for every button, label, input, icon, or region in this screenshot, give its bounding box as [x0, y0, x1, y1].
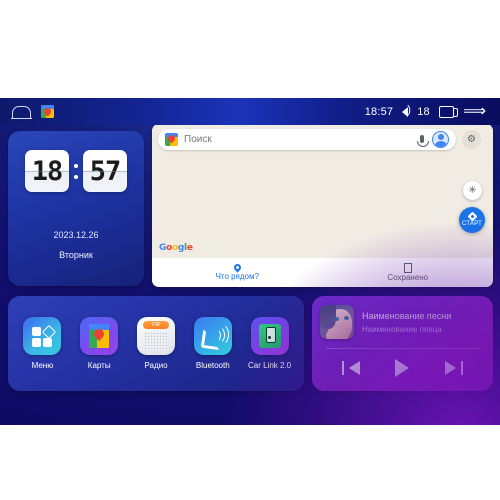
bluetooth-phone-icon: [193, 317, 232, 355]
car-head-unit-screen: 18:57 18 ⟸ 18 57 2023.12.26 Вторник: [0, 98, 500, 425]
start-button-label: СТАРТ: [462, 221, 482, 227]
volume-icon[interactable]: [402, 104, 411, 117]
music-player-widget[interactable]: Наименование песни Наименование певца: [312, 296, 493, 391]
clock-minutes: 57: [89, 155, 122, 187]
previous-track-button[interactable]: [341, 359, 364, 377]
music-track-info: Наименование песни Наименование певца: [312, 296, 493, 339]
bookmark-icon: [403, 263, 412, 274]
clock-minutes-card: 57: [83, 150, 127, 192]
google-maps-icon[interactable]: [41, 105, 54, 118]
track-meta: Наименование песни Наименование певца: [362, 311, 483, 334]
maps-widget[interactable]: Поиск ⚙ ✳ СТАРТ Google Что рядом? Сохран…: [152, 124, 493, 287]
track-artist: Наименование певца: [362, 324, 442, 334]
clock-date: 2023.12.26: [53, 230, 99, 240]
map-canvas[interactable]: ✳ СТАРТ Google: [152, 154, 493, 258]
home-icon[interactable]: [11, 105, 32, 120]
car-link-icon: [250, 317, 289, 355]
app-menu-label: Меню: [31, 361, 54, 370]
clock-hours: 18: [31, 155, 64, 187]
radio-band-label: FM: [142, 321, 169, 329]
tab-nearby[interactable]: Что рядом?: [152, 258, 323, 287]
navigation-arrow-icon: [467, 211, 477, 222]
app-car-link[interactable]: Car Link 2.0: [243, 317, 297, 370]
app-bluetooth[interactable]: Bluetooth: [186, 317, 240, 370]
tab-nearby-label: Что рядом?: [215, 272, 259, 281]
google-maps-icon: [80, 317, 119, 355]
maps-tab-bar: Что рядом? Сохранено: [152, 258, 493, 287]
volume-level: 18: [417, 105, 430, 118]
pin-icon: [232, 262, 243, 273]
status-bar: 18:57 18 ⟸: [0, 98, 500, 125]
back-icon[interactable]: ⟸: [463, 103, 486, 120]
status-bar-right: 18:57 18 ⟸: [364, 103, 500, 120]
play-button[interactable]: [391, 359, 413, 377]
compass-icon[interactable]: ✳: [463, 181, 482, 200]
radio-icon: FM: [136, 317, 175, 355]
album-art: [320, 305, 354, 339]
app-radio-label: Радио: [144, 361, 168, 370]
tab-saved[interactable]: Сохранено: [323, 258, 494, 287]
status-time: 18:57: [364, 105, 394, 118]
start-navigation-button[interactable]: СТАРТ: [459, 207, 485, 233]
music-controls: [312, 349, 493, 377]
microphone-icon[interactable]: [417, 135, 429, 147]
maps-pin-icon: [165, 132, 178, 146]
status-bar-left: [0, 105, 54, 120]
recents-icon[interactable]: [438, 105, 458, 118]
account-avatar-icon[interactable]: [432, 130, 449, 148]
tab-saved-label: Сохранено: [387, 273, 429, 282]
settings-gear-icon[interactable]: ⚙: [462, 129, 481, 149]
app-maps[interactable]: Карты: [72, 317, 126, 370]
app-radio[interactable]: FM Радио: [129, 317, 183, 370]
clock-colon: [73, 163, 79, 179]
search-placeholder: Поиск: [184, 133, 212, 145]
google-logo: Google: [159, 243, 193, 253]
apps-grid-icon: [23, 317, 62, 355]
next-track-button[interactable]: [441, 359, 464, 377]
clock-widget[interactable]: 18 57 2023.12.26 Вторник: [8, 131, 144, 286]
app-maps-label: Карты: [87, 361, 111, 370]
clock-weekday: Вторник: [59, 250, 93, 260]
app-car-link-label: Car Link 2.0: [248, 361, 292, 370]
apps-panel: Меню Карты FM Радио Bluetooth Car Link 2…: [8, 296, 304, 391]
track-title: Наименование песни: [362, 310, 452, 321]
flip-clock: 18 57: [8, 131, 144, 192]
maps-search-bar: Поиск ⚙: [152, 124, 493, 154]
search-input[interactable]: Поиск: [158, 128, 456, 150]
clock-hours-card: 18: [25, 150, 69, 192]
app-menu[interactable]: Меню: [15, 317, 69, 370]
app-bluetooth-label: Bluetooth: [195, 361, 230, 370]
radio-speaker-grill: [143, 332, 168, 350]
